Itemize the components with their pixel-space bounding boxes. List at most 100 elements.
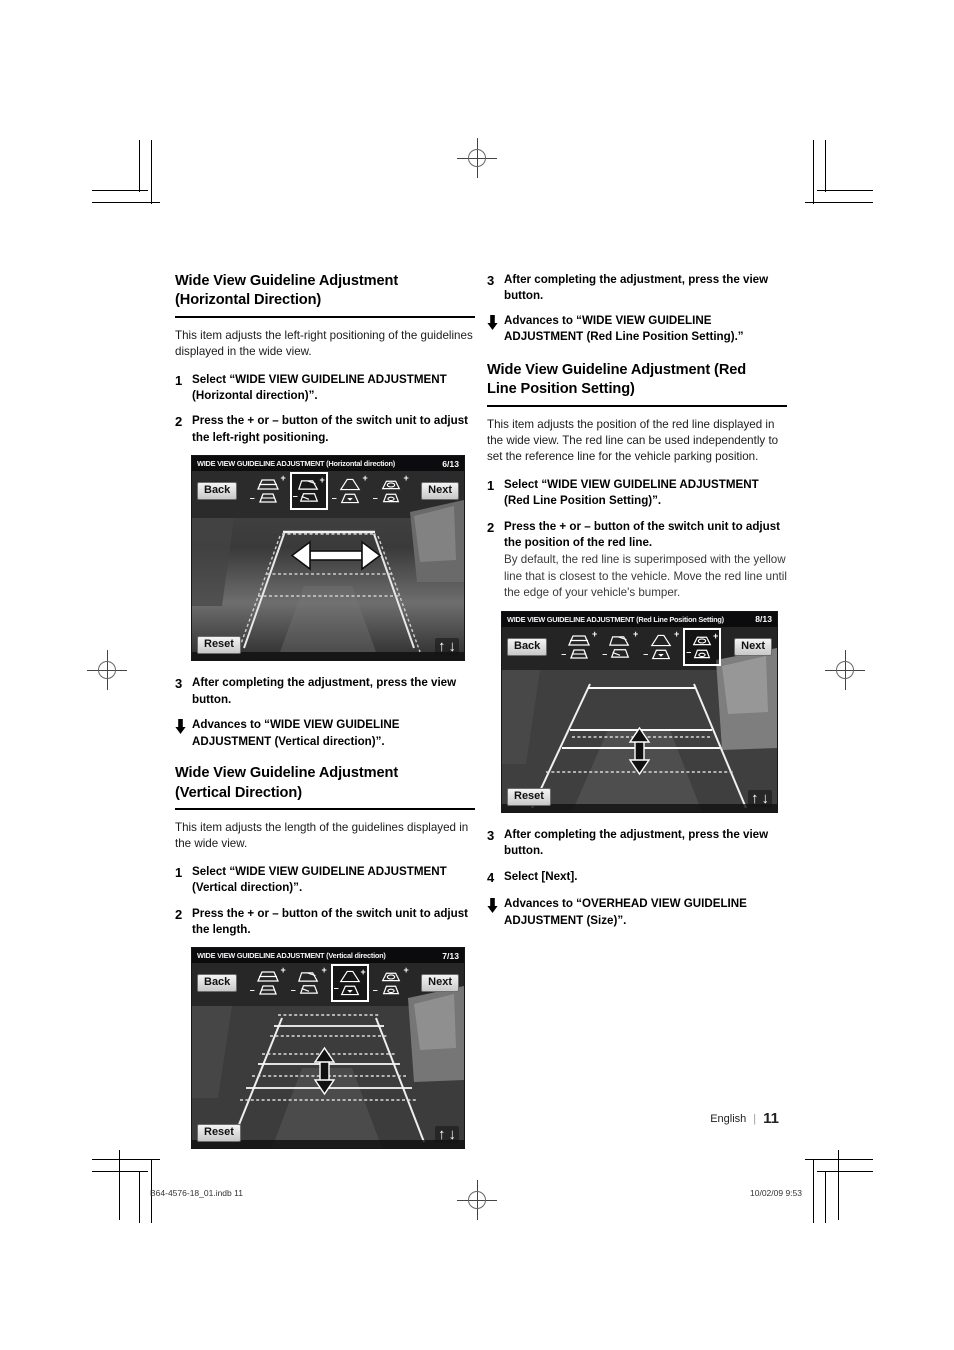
icon-horizontal-position[interactable]: + – (289, 472, 328, 511)
guideline-horizontal-icon (297, 480, 319, 491)
reset-button[interactable]: Reset (507, 787, 551, 806)
guideline-vertical-icon (339, 479, 361, 491)
guideline-redline-icon (692, 636, 712, 646)
icon-overhead-size[interactable]: + – (249, 964, 287, 1002)
step-text: Press the + or – button of the switch un… (192, 414, 469, 444)
screenshot-title: WIDE VIEW GUIDELINE ADJUSTMENT (Vertical… (197, 951, 386, 961)
back-button[interactable]: Back (197, 482, 238, 501)
guideline-horizontal-icon-small (611, 648, 630, 658)
section-intro-horizontal: This item adjusts the left-right positio… (175, 328, 473, 359)
step-number: 1 (175, 864, 183, 880)
step-text: After completing the adjustment, press t… (504, 827, 769, 858)
step-text-main: Press the + or – button of the switch un… (504, 519, 781, 550)
print-timestamp: 10/02/09 9:53 (750, 1188, 802, 1198)
step-item: 3 After completing the adjustment, press… (175, 675, 475, 708)
step-number: 2 (175, 906, 183, 922)
advances-note: Advances to “OVERHEAD VIEW GUIDELINE ADJ… (487, 896, 787, 929)
icon-red-line-position[interactable]: + – (683, 627, 722, 666)
heading-rule (487, 404, 787, 407)
page-indicator: 7/13 (442, 950, 459, 961)
heading-rule (175, 315, 475, 318)
screenshot-button-row: Back + – + – + – + – Next (192, 471, 464, 511)
guideline-vertical-icon-small (340, 986, 359, 996)
step-number: 1 (487, 477, 495, 493)
arrow-down-icon (487, 314, 498, 330)
manual-page: Wide View Guideline Adjustment (Horizont… (0, 0, 954, 1350)
step-text: After completing the adjustment, press t… (504, 273, 769, 303)
down-arrow-icon: ↓ (761, 789, 770, 807)
step-text: Select [Next]. (504, 869, 578, 883)
step-text: Press the + or – button of the switch un… (504, 519, 787, 602)
guideline-vertical-icon-small (340, 493, 359, 504)
heading-line-2: (Horizontal Direction) (175, 292, 322, 309)
back-button[interactable]: Back (197, 974, 238, 993)
device-screenshot-vertical: WIDE VIEW GUIDELINE ADJUSTMENT (Vertical… (191, 947, 465, 1150)
heading-line-2: (Vertical Direction) (175, 784, 302, 801)
device-screenshot-horizontal: WIDE VIEW GUIDELINE ADJUSTMENT (Horizont… (191, 455, 465, 662)
icon-red-line-position[interactable]: + – (372, 472, 410, 510)
up-down-indicator[interactable]: ↑ ↓ (748, 789, 772, 807)
up-arrow-icon: ↑ (751, 789, 759, 807)
icon-red-line-position[interactable]: + – (372, 964, 410, 1002)
arrow-down-icon (175, 719, 186, 735)
guideline-horizontal-icon (609, 636, 630, 646)
registration-mark-right (825, 650, 865, 690)
up-down-indicator[interactable]: ↑ ↓ (435, 638, 459, 656)
adjustment-icon-group: + – + – + – + – (249, 964, 410, 1003)
icon-overhead-size[interactable]: + – (249, 472, 287, 510)
back-button[interactable]: Back (507, 637, 548, 656)
guideline-size-icon-small (258, 985, 277, 996)
footer-divider: | (753, 1112, 757, 1125)
advances-text: Advances to “WIDE VIEW GUIDELINE ADJUSTM… (192, 718, 400, 748)
icon-horizontal-position[interactable]: + – (601, 628, 639, 666)
guideline-redline-icon-small (382, 986, 399, 995)
guideline-size-icon (568, 635, 591, 646)
left-column: Wide View Guideline Adjustment (Horizont… (175, 272, 475, 1150)
step-text: Select “WIDE VIEW GUIDELINE ADJUSTMENT (… (192, 372, 447, 402)
up-arrow-icon: ↑ (438, 1126, 446, 1144)
step-item: 2 Press the + or – button of the switch … (175, 413, 475, 446)
guideline-redline-icon-small (693, 649, 711, 659)
next-button[interactable]: Next (734, 637, 772, 656)
icon-vertical-length[interactable]: + – (331, 472, 369, 510)
down-arrow-bullet (175, 717, 192, 750)
screenshot-button-row: Back + – + – + – + – Next (192, 963, 464, 1003)
down-arrow-bullet (487, 313, 504, 346)
step-text: Press the + or – button of the switch un… (192, 906, 469, 936)
heading-line-1: Wide View Guideline Adjustment (175, 273, 399, 289)
screenshot-title-bar: WIDE VIEW GUIDELINE ADJUSTMENT (Horizont… (192, 456, 464, 472)
reset-button[interactable]: Reset (197, 636, 241, 655)
screenshot-title-bar: WIDE VIEW GUIDELINE ADJUSTMENT (Red Line… (502, 611, 777, 627)
icon-vertical-length[interactable]: + – (642, 628, 680, 666)
screenshot-title: WIDE VIEW GUIDELINE ADJUSTMENT (Red Line… (507, 614, 724, 624)
step-item: 2 Press the + or – button of the switch … (487, 519, 787, 602)
advances-text: Advances to “WIDE VIEW GUIDELINE ADJUSTM… (504, 313, 744, 344)
step-item: 1 Select “WIDE VIEW GUIDELINE ADJUSTMENT… (175, 372, 475, 405)
step-number: 1 (175, 372, 183, 388)
guideline-size-icon-small (570, 649, 589, 659)
up-down-indicator[interactable]: ↑ ↓ (435, 1126, 459, 1144)
next-button[interactable]: Next (421, 974, 459, 993)
screenshot-button-row: Back + – + – + – + – Next (502, 627, 777, 667)
step-item: 1 Select “WIDE VIEW GUIDELINE ADJUSTMENT… (487, 477, 787, 510)
guideline-redline-icon-small (382, 493, 399, 503)
step-text: Select “WIDE VIEW GUIDELINE ADJUSTMENT (… (504, 477, 759, 508)
guideline-redline-icon (381, 973, 400, 982)
icon-overhead-size[interactable]: + – (560, 628, 598, 666)
up-arrow-icon: ↑ (438, 638, 446, 656)
step-number: 3 (175, 676, 183, 692)
step-number: 2 (487, 519, 495, 535)
reset-button[interactable]: Reset (197, 1124, 241, 1143)
trim-line-left (119, 1150, 120, 1220)
heading-line-2: Line Position Setting) (487, 381, 635, 398)
step-item: 1 Select “WIDE VIEW GUIDELINE ADJUSTMENT… (175, 864, 475, 897)
guideline-horizontal-icon-small (299, 985, 318, 995)
next-button[interactable]: Next (421, 482, 459, 501)
section-intro-redline: This item adjusts the position of the re… (487, 417, 779, 464)
guideline-vertical-icon (650, 634, 672, 647)
advances-note: Advances to “WIDE VIEW GUIDELINE ADJUSTM… (175, 717, 475, 750)
icon-horizontal-position[interactable]: + – (290, 964, 328, 1002)
step-number: 2 (175, 414, 183, 430)
page-footer: English | 11 (710, 1110, 779, 1127)
icon-vertical-length[interactable]: + – (330, 964, 369, 1003)
